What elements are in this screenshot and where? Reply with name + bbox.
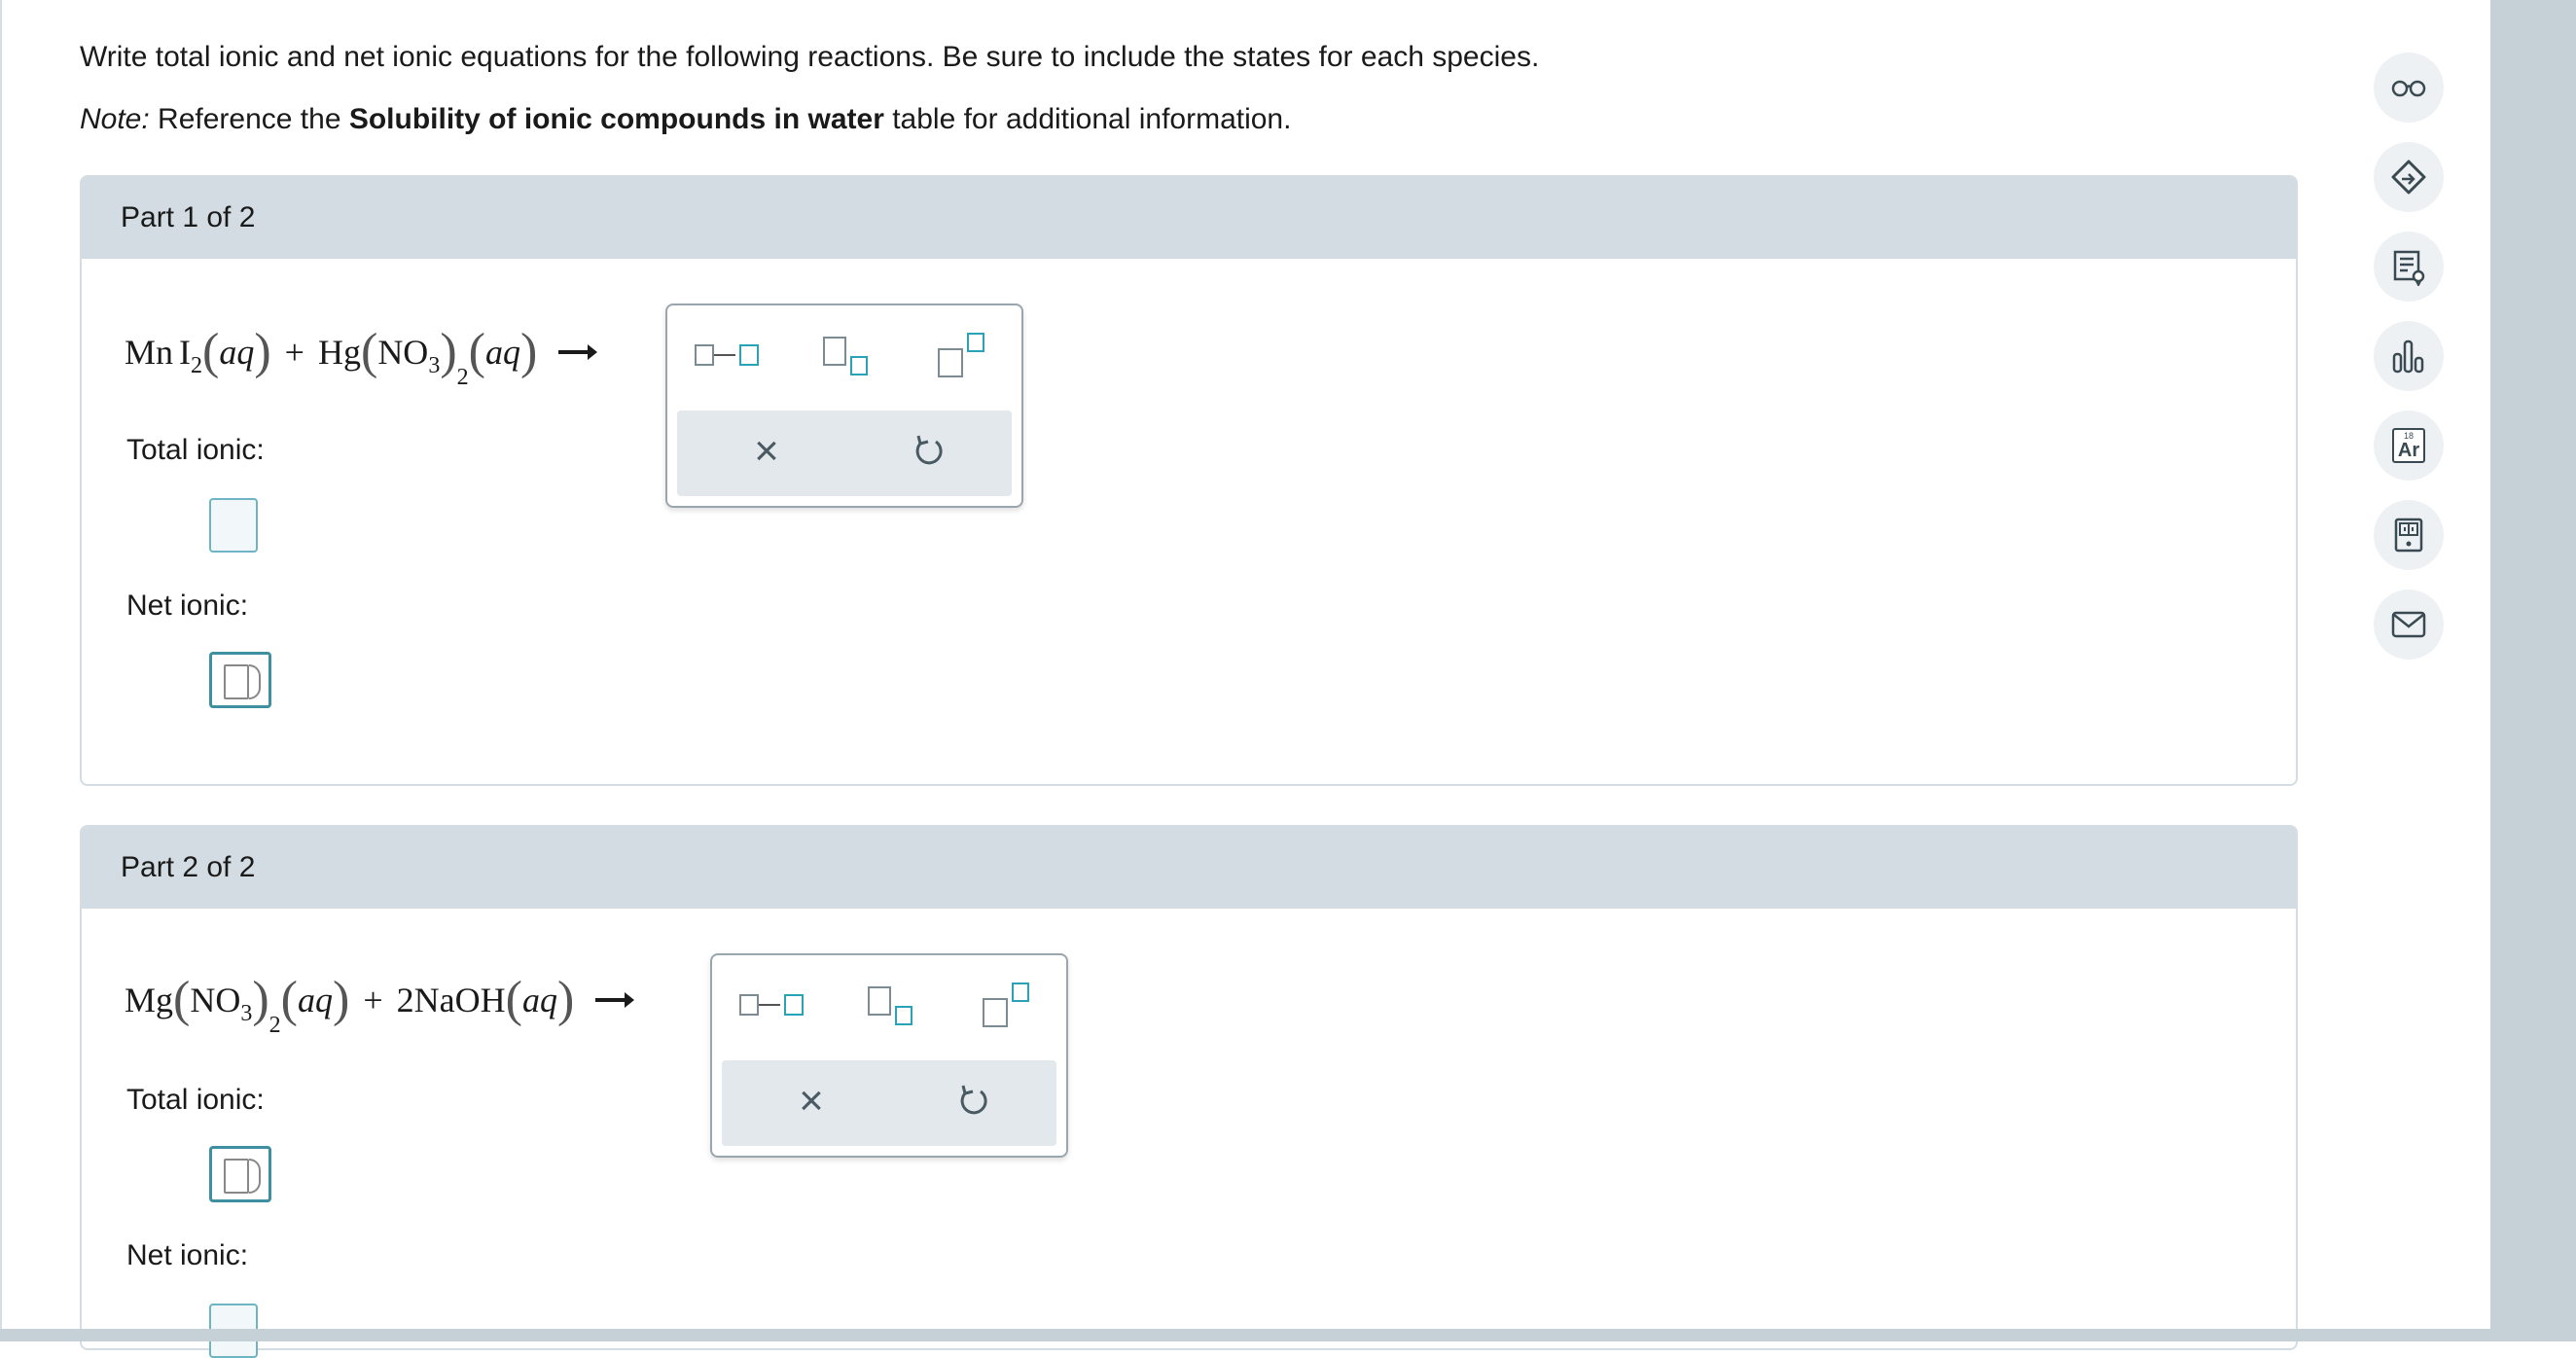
bar-chart-icon bbox=[2392, 340, 2424, 374]
superscript-icon[interactable] bbox=[938, 333, 992, 377]
part-2-toolbox: × bbox=[710, 953, 1068, 1158]
part-2-title: Part 2 of 2 bbox=[121, 851, 256, 883]
reactant-2-element: Hg bbox=[317, 333, 361, 372]
open-paren: ( bbox=[505, 972, 522, 1027]
reactant-1-subscript: 2 bbox=[191, 352, 203, 378]
toolbox-actions: × bbox=[677, 411, 1012, 496]
reactant-2-subscript: 2 bbox=[456, 364, 469, 390]
superscript-icon[interactable] bbox=[983, 983, 1037, 1027]
reaction-arrow-icon bbox=[558, 344, 598, 360]
open-paren: ( bbox=[360, 324, 378, 379]
toolbox-actions: × bbox=[722, 1060, 1056, 1146]
notes-icon bbox=[2393, 250, 2425, 286]
reaction-arrow-icon[interactable] bbox=[739, 983, 809, 1025]
part-1-net-ionic-label: Net ionic: bbox=[126, 590, 249, 622]
part-2-total-ionic-label: Total ionic: bbox=[126, 1084, 265, 1116]
open-paren: ( bbox=[280, 972, 298, 1027]
tag-button[interactable] bbox=[2374, 142, 2444, 212]
mail-button[interactable] bbox=[2374, 590, 2444, 660]
part-1-title: Part 1 of 2 bbox=[121, 201, 256, 233]
part-1-total-ionic-label: Total ionic: bbox=[126, 434, 265, 466]
horizontal-scrollbar[interactable] bbox=[0, 1329, 2490, 1341]
close-paren: ) bbox=[252, 972, 269, 1027]
state-aq: aq bbox=[484, 333, 520, 372]
part-1-panel: Part 1 of 2 bbox=[80, 175, 2298, 786]
part-2-panel: Part 2 of 2 bbox=[80, 825, 2298, 1350]
instructions-text: Write total ionic and net ionic equation… bbox=[80, 41, 1539, 74]
tag-icon bbox=[2391, 160, 2426, 195]
note-label: Note: bbox=[80, 103, 150, 135]
subscript-icon[interactable] bbox=[823, 333, 877, 375]
element-symbol: Ar bbox=[2397, 440, 2420, 461]
reactant-1-element: Mn bbox=[125, 333, 174, 372]
undo-icon[interactable] bbox=[951, 1080, 994, 1123]
reaction-arrow-icon bbox=[595, 992, 635, 1008]
reactant-2-group-subscript: 3 bbox=[428, 352, 441, 378]
part-2-net-ionic-label: Net ionic: bbox=[126, 1239, 249, 1271]
undo-icon[interactable] bbox=[907, 430, 949, 473]
part-1-header: Part 1 of 2 bbox=[82, 177, 2296, 259]
instructions-line: Write total ionic and net ionic equation… bbox=[80, 41, 1540, 73]
part-1-total-ionic-input[interactable] bbox=[209, 498, 258, 553]
part-2-total-ionic-input[interactable] bbox=[209, 1146, 271, 1202]
reactant-2-formula: 2NaOH bbox=[396, 981, 506, 1019]
close-paren: ) bbox=[440, 324, 457, 379]
open-paren: ( bbox=[468, 324, 485, 379]
state-aq: aq bbox=[298, 981, 333, 1019]
reactant-1-group-subscript: 3 bbox=[240, 1000, 253, 1026]
notes-button[interactable] bbox=[2374, 232, 2444, 302]
part-2-header: Part 2 of 2 bbox=[82, 827, 2296, 909]
close-paren: ) bbox=[333, 972, 350, 1027]
part-1-toolbox: × bbox=[665, 304, 1023, 508]
main-content: Write total ionic and net ionic equation… bbox=[0, 0, 2490, 1358]
note-text: Note: Reference the Solubility of ionic … bbox=[80, 103, 1291, 136]
state-aq: aq bbox=[521, 981, 557, 1019]
close-paren: ) bbox=[519, 324, 538, 379]
bar-chart-button[interactable] bbox=[2374, 321, 2444, 391]
reaction-arrow-icon[interactable] bbox=[695, 333, 765, 375]
part-2-equation: Mg(NO 3) 2(aq) + 2NaOH(aq) bbox=[125, 972, 635, 1038]
subscript-icon[interactable] bbox=[868, 983, 922, 1025]
close-paren: ) bbox=[556, 972, 575, 1027]
reactant-2-group: NO bbox=[377, 333, 429, 372]
plus-sign: + bbox=[284, 333, 304, 372]
glasses-button[interactable] bbox=[2374, 53, 2444, 123]
periodic-table-icon: 18 Ar bbox=[2392, 428, 2425, 463]
cursor-icon bbox=[224, 664, 261, 699]
part-1-net-ionic-input[interactable] bbox=[209, 652, 271, 708]
clear-icon[interactable]: × bbox=[790, 1080, 833, 1123]
solubility-table-link[interactable]: Solubility of ionic compounds in water bbox=[349, 103, 884, 135]
open-paren: ( bbox=[202, 324, 220, 379]
close-paren: ) bbox=[254, 324, 271, 379]
calculator-icon bbox=[2394, 518, 2423, 553]
calculator-button[interactable] bbox=[2374, 500, 2444, 570]
note-suffix: table for additional information. bbox=[883, 103, 1292, 135]
cursor-icon bbox=[224, 1159, 261, 1194]
periodic-table-button[interactable]: 18 Ar bbox=[2374, 411, 2444, 481]
open-paren: ( bbox=[173, 972, 191, 1027]
right-side-panel bbox=[2490, 0, 2576, 1341]
glasses-icon bbox=[2391, 80, 2426, 97]
left-border bbox=[0, 0, 2, 1341]
mail-icon bbox=[2391, 611, 2426, 638]
reactant-1-group: NO bbox=[190, 981, 241, 1019]
plus-sign: + bbox=[363, 981, 383, 1019]
reactant-1-element: Mg bbox=[125, 981, 174, 1019]
note-prefix: Reference the bbox=[149, 103, 349, 135]
part-1-equation: Mn I 2(aq) + Hg(NO 3) 2(aq) bbox=[125, 324, 598, 390]
clear-icon[interactable]: × bbox=[745, 430, 788, 473]
reactant-1-subscript: 2 bbox=[268, 1012, 281, 1038]
state-aq: aq bbox=[219, 333, 255, 372]
reactant-1-element-2: I bbox=[179, 333, 192, 372]
